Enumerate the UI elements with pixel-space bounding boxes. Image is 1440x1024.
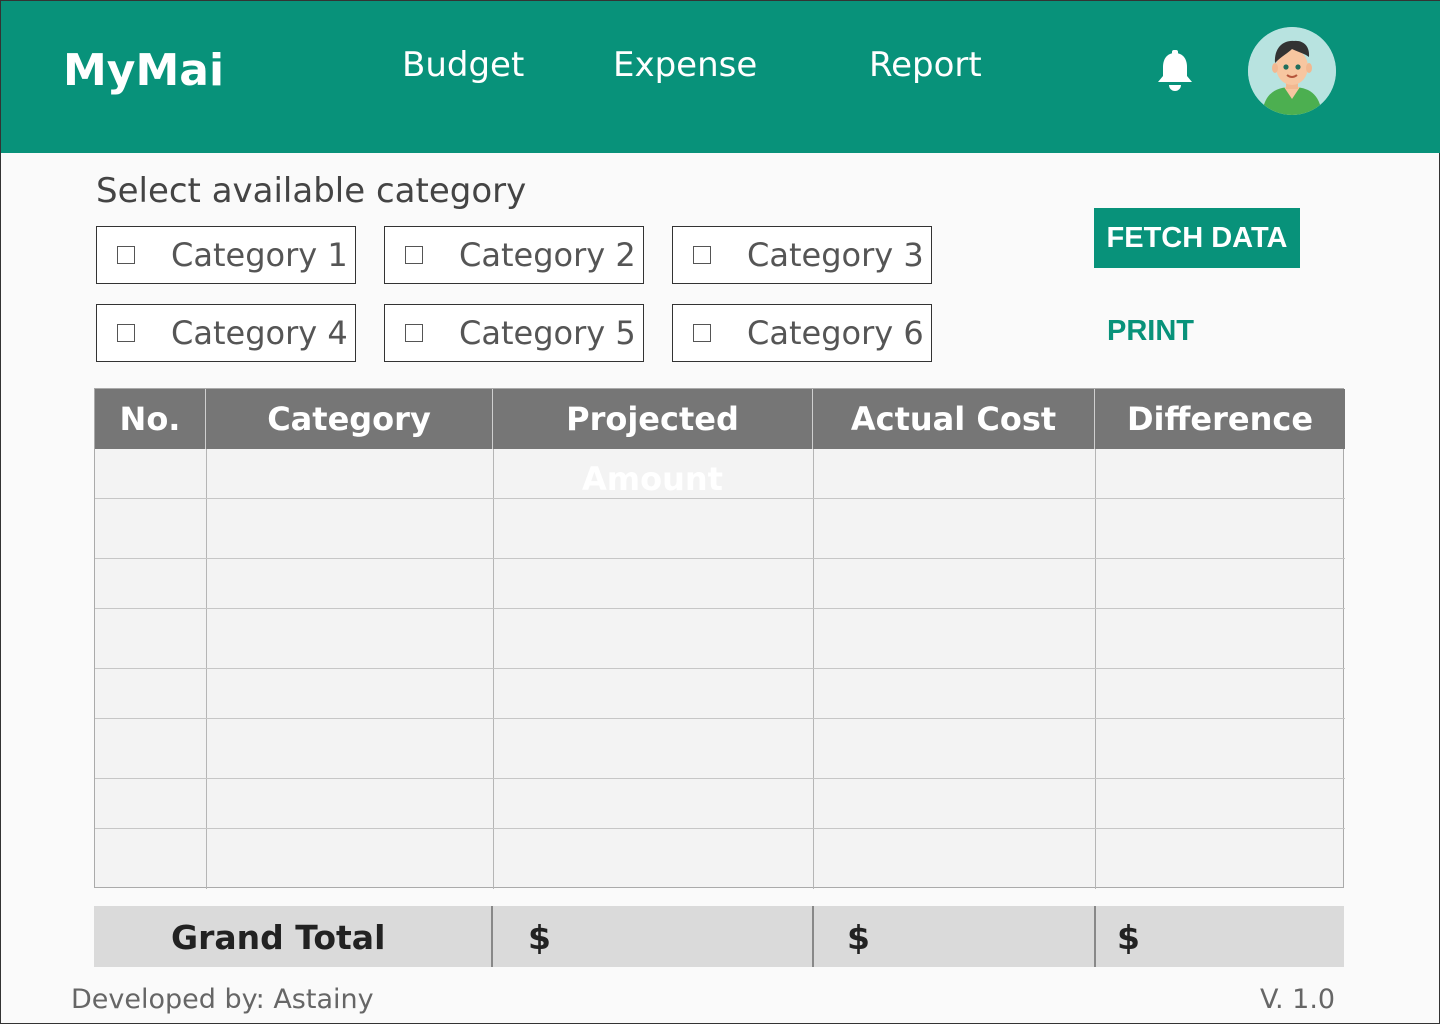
table-row — [95, 558, 1345, 559]
version-label: V. 1.0 — [1260, 984, 1336, 1015]
table-row — [95, 668, 1345, 669]
column-divider — [206, 449, 207, 889]
table-row — [95, 778, 1345, 779]
column-divider — [813, 449, 814, 889]
budget-table: No. Category Projected Amount Actual Cos… — [94, 388, 1345, 889]
column-header-projected-amount: Projected Amount — [493, 389, 813, 498]
column-header-actual-cost: Actual Cost — [813, 389, 1095, 449]
category-label: Category 6 — [747, 314, 924, 352]
column-divider — [491, 906, 493, 967]
category-label: Category 2 — [459, 236, 636, 274]
category-option-1[interactable]: Category 1 — [96, 226, 356, 284]
table-row — [95, 608, 1345, 609]
column-divider — [493, 449, 494, 889]
user-avatar-icon — [1248, 27, 1336, 115]
fetch-data-button[interactable]: FETCH DATA — [1094, 208, 1300, 268]
column-header-difference: Difference — [1126, 400, 1314, 438]
table-header: No. Category Projected Amount Actual Cos… — [95, 389, 1345, 498]
table-row — [95, 828, 1345, 829]
column-divider — [1095, 449, 1096, 889]
grand-total-difference: $ — [1117, 918, 1140, 957]
grand-total-projected: $ — [528, 918, 551, 957]
category-option-2[interactable]: Category 2 — [384, 226, 644, 284]
developer-credit: Developed by: Astainy — [71, 984, 374, 1015]
checkbox[interactable] — [405, 324, 423, 342]
table-row — [95, 498, 1345, 499]
grand-total-actual: $ — [847, 918, 870, 957]
column-header-no: No. — [95, 389, 206, 449]
category-label: Category 5 — [459, 314, 636, 352]
checkbox[interactable] — [693, 324, 711, 342]
checkbox[interactable] — [117, 246, 135, 264]
avatar[interactable] — [1248, 27, 1336, 115]
nav-budget[interactable]: Budget — [402, 45, 524, 85]
app-logo[interactable]: MyMai — [63, 45, 224, 96]
category-section-title: Select available category — [96, 171, 527, 211]
table-row — [95, 718, 1345, 719]
column-header-category: Category — [206, 389, 493, 449]
grand-total-row: Grand Total $ $ $ — [94, 906, 1344, 967]
nav-expense[interactable]: Expense — [613, 45, 757, 85]
category-option-3[interactable]: Category 3 — [672, 226, 932, 284]
category-label: Category 3 — [747, 236, 924, 274]
checkbox[interactable] — [117, 324, 135, 342]
print-button[interactable]: PRINT — [1107, 315, 1194, 348]
column-divider — [812, 906, 814, 967]
category-label: Category 1 — [171, 236, 348, 274]
checkbox[interactable] — [693, 246, 711, 264]
bell-icon[interactable] — [1154, 49, 1196, 93]
nav-report[interactable]: Report — [869, 45, 982, 85]
category-label: Category 4 — [171, 314, 348, 352]
category-option-6[interactable]: Category 6 — [672, 304, 932, 362]
category-option-4[interactable]: Category 4 — [96, 304, 356, 362]
column-divider — [1094, 906, 1096, 967]
checkbox[interactable] — [405, 246, 423, 264]
grand-total-label: Grand Total — [171, 918, 386, 957]
top-navigation-bar: MyMai Budget Expense Report — [1, 1, 1440, 153]
category-option-5[interactable]: Category 5 — [384, 304, 644, 362]
